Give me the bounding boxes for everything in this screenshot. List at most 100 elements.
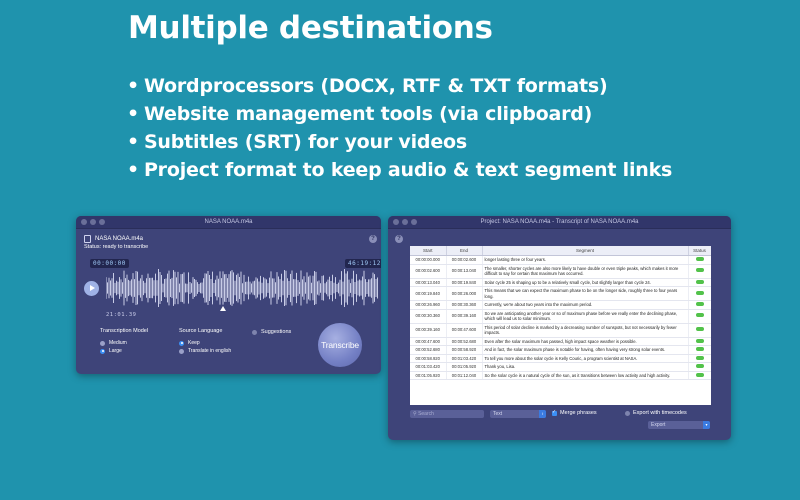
status-ok-icon (695, 279, 704, 284)
help-icon[interactable]: ? (369, 235, 377, 243)
status-ok-icon (695, 290, 704, 295)
search-input[interactable]: ⚲ Search (410, 410, 484, 418)
language-option-keep[interactable]: Keep (179, 340, 200, 346)
feature-list: Wordprocessors (DOCX, RTF & TXT formats)… (127, 72, 672, 184)
audio-waveform[interactable] (106, 269, 378, 307)
chevron-down-icon: ▾ (703, 421, 710, 429)
cell-end: 00:00:30.360 (446, 300, 483, 310)
table-row[interactable]: 00:00:30.360 00:00:39.160 So we are antici… (410, 309, 711, 324)
cell-start: 00:01:05.920 (410, 371, 447, 380)
merge-phrases-checkbox[interactable]: Merge phrases (552, 409, 597, 416)
help-icon[interactable]: ? (395, 235, 403, 243)
column-header-segment[interactable]: Segment (482, 246, 689, 256)
cell-end: 00:00:52.680 (446, 337, 483, 346)
option-label: Keep (188, 340, 200, 346)
cell-start: 00:00:02.600 (410, 264, 447, 279)
status-ok-icon (695, 327, 704, 332)
table-row[interactable]: 00:00:47.600 00:00:52.680 Even after the s… (410, 337, 711, 346)
cell-status (688, 278, 711, 287)
table-row[interactable]: 00:01:03.420 00:01:05.920 Thank you, Lisa. (410, 362, 711, 372)
option-label: Translate in english (188, 348, 232, 354)
column-header-status[interactable]: Status (688, 246, 711, 256)
cell-segment[interactable]: So the solar cycle is a natural cycle of… (482, 371, 689, 380)
cell-segment[interactable]: This means that we can expect the maximu… (482, 286, 689, 301)
cell-end: 00:01:05.920 (446, 362, 483, 372)
table-row[interactable]: 00:00:19.840 00:00:26.000 This means that … (410, 286, 711, 301)
table-row[interactable]: 00:01:05.920 00:01:12.040 So the solar cyc… (410, 371, 711, 380)
cell-segment[interactable]: The smaller, shorter cycles are also mor… (482, 264, 689, 279)
cell-start: 00:00:39.160 (410, 323, 447, 338)
status-ok-icon (695, 338, 704, 343)
cell-segment[interactable]: Even after the solar maximum has passed,… (482, 337, 689, 346)
cell-start: 00:00:26.960 (410, 300, 447, 310)
table-row[interactable]: 00:00:39.160 00:00:47.600 This period of s… (410, 323, 711, 338)
cell-segment[interactable]: To tell you more about the solar cycle i… (482, 354, 689, 363)
table-row[interactable]: 00:00:02.600 00:00:13.040 The smaller, sho… (410, 264, 711, 279)
cell-status (688, 337, 711, 346)
table-row[interactable]: 00:00:00.000 00:00:02.600 longer lasting t… (410, 255, 711, 265)
cell-end: 00:00:26.000 (446, 286, 483, 301)
status-ok-icon (695, 364, 704, 368)
merge-phrases-label: Merge phrases (560, 410, 597, 416)
window-title: NASA NOAA.m4a (204, 219, 253, 225)
radio-icon (100, 340, 105, 346)
radio-icon (179, 348, 184, 354)
cell-segment[interactable]: This period of solar decline is marked b… (482, 323, 689, 338)
checkbox-icon (625, 410, 630, 416)
cell-segment[interactable]: Currently, we're about two years into th… (482, 300, 689, 310)
play-button[interactable] (84, 281, 99, 296)
column-header-end[interactable]: End (446, 246, 483, 256)
export-select[interactable]: Export ▾ (648, 421, 710, 429)
option-label: Large (109, 348, 122, 354)
language-option-translate[interactable]: Translate in english (179, 348, 231, 354)
cell-start: 00:00:52.680 (410, 345, 447, 355)
title-bar[interactable]: NASA NOAA.m4a (76, 216, 381, 229)
cell-status (688, 286, 711, 301)
cell-segment[interactable]: Solar cycle 25 is shaping up to be a rel… (482, 278, 689, 287)
window-title: Project: NASA NOAA.m4a - Transcript of N… (480, 219, 639, 225)
cell-status (688, 323, 711, 338)
cell-start: 00:00:13.040 (410, 278, 447, 287)
model-option-medium[interactable]: Medium (100, 340, 127, 346)
cell-segment[interactable]: So we are anticipating another year or s… (482, 309, 689, 324)
status-ok-icon (695, 302, 704, 306)
suggestions-label: Suggestions (261, 329, 292, 335)
table-header: Start End Segment Status (410, 246, 711, 256)
table-row[interactable]: 00:00:52.680 00:00:58.920 And in fact, the… (410, 345, 711, 355)
filter-select[interactable]: Text ↕ (490, 410, 546, 418)
playhead-marker[interactable] (220, 306, 226, 311)
search-placeholder: Search (418, 411, 434, 417)
title-bar[interactable]: Project: NASA NOAA.m4a - Transcript of N… (388, 216, 731, 229)
suggestions-checkbox[interactable]: Suggestions (252, 329, 291, 335)
table-row[interactable]: 00:00:26.960 00:00:30.360 Currently, we're… (410, 300, 711, 310)
cell-status (688, 362, 711, 372)
model-option-large[interactable]: Large (100, 348, 122, 354)
feature-item: Website management tools (via clipboard) (127, 100, 672, 128)
end-time: 46:19:12 (345, 259, 381, 268)
status-text: Status: ready to transcribe (84, 244, 149, 250)
cell-segment[interactable]: Thank you, Lisa. (482, 362, 689, 372)
checkbox-checked-icon (552, 409, 557, 416)
feature-item: Project format to keep audio & text segm… (127, 156, 672, 184)
cell-end: 00:00:02.600 (446, 255, 483, 265)
cell-segment[interactable]: longer lasting three or four years. (482, 255, 689, 265)
cell-start: 00:00:19.840 (410, 286, 447, 301)
checkbox-icon (252, 329, 257, 335)
table-row[interactable]: 00:00:58.920 00:01:03.420 To tell you more… (410, 354, 711, 363)
table-row[interactable]: 00:00:13.040 00:00:19.840 Solar cycle 25 i… (410, 278, 711, 287)
cell-segment[interactable]: And in fact, the solar maximum phase is … (482, 345, 689, 355)
document-icon (84, 235, 91, 243)
column-header-start[interactable]: Start (410, 246, 447, 256)
status-ok-icon (695, 355, 704, 360)
cell-status (688, 354, 711, 363)
radio-selected-icon (100, 348, 105, 354)
transcript-toolbar: ⚲ Search Text ↕ Merge phrases Export wit… (410, 409, 711, 429)
headline: Multiple destinations (128, 10, 493, 46)
cell-start: 00:00:47.600 (410, 337, 447, 346)
export-label: Export (651, 422, 666, 428)
transcribe-button[interactable]: Transcribe (318, 323, 362, 367)
cell-status (688, 300, 711, 310)
file-info: NASA NOAA.m4a (84, 235, 143, 243)
file-name: NASA NOAA.m4a (95, 236, 144, 242)
export-timecodes-checkbox[interactable]: Export with timecodes (625, 410, 687, 416)
